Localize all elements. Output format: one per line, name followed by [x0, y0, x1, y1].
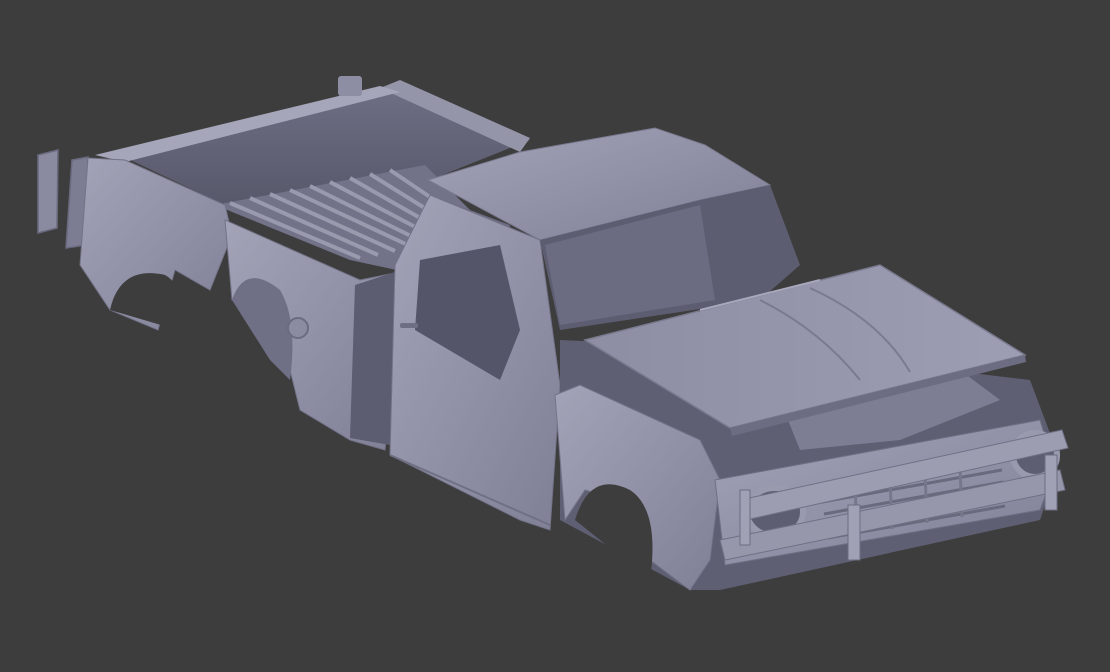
tailgate-parts — [37, 149, 89, 249]
3d-viewport[interactable] — [0, 0, 1110, 672]
truck-model-render — [37, 76, 1069, 591]
